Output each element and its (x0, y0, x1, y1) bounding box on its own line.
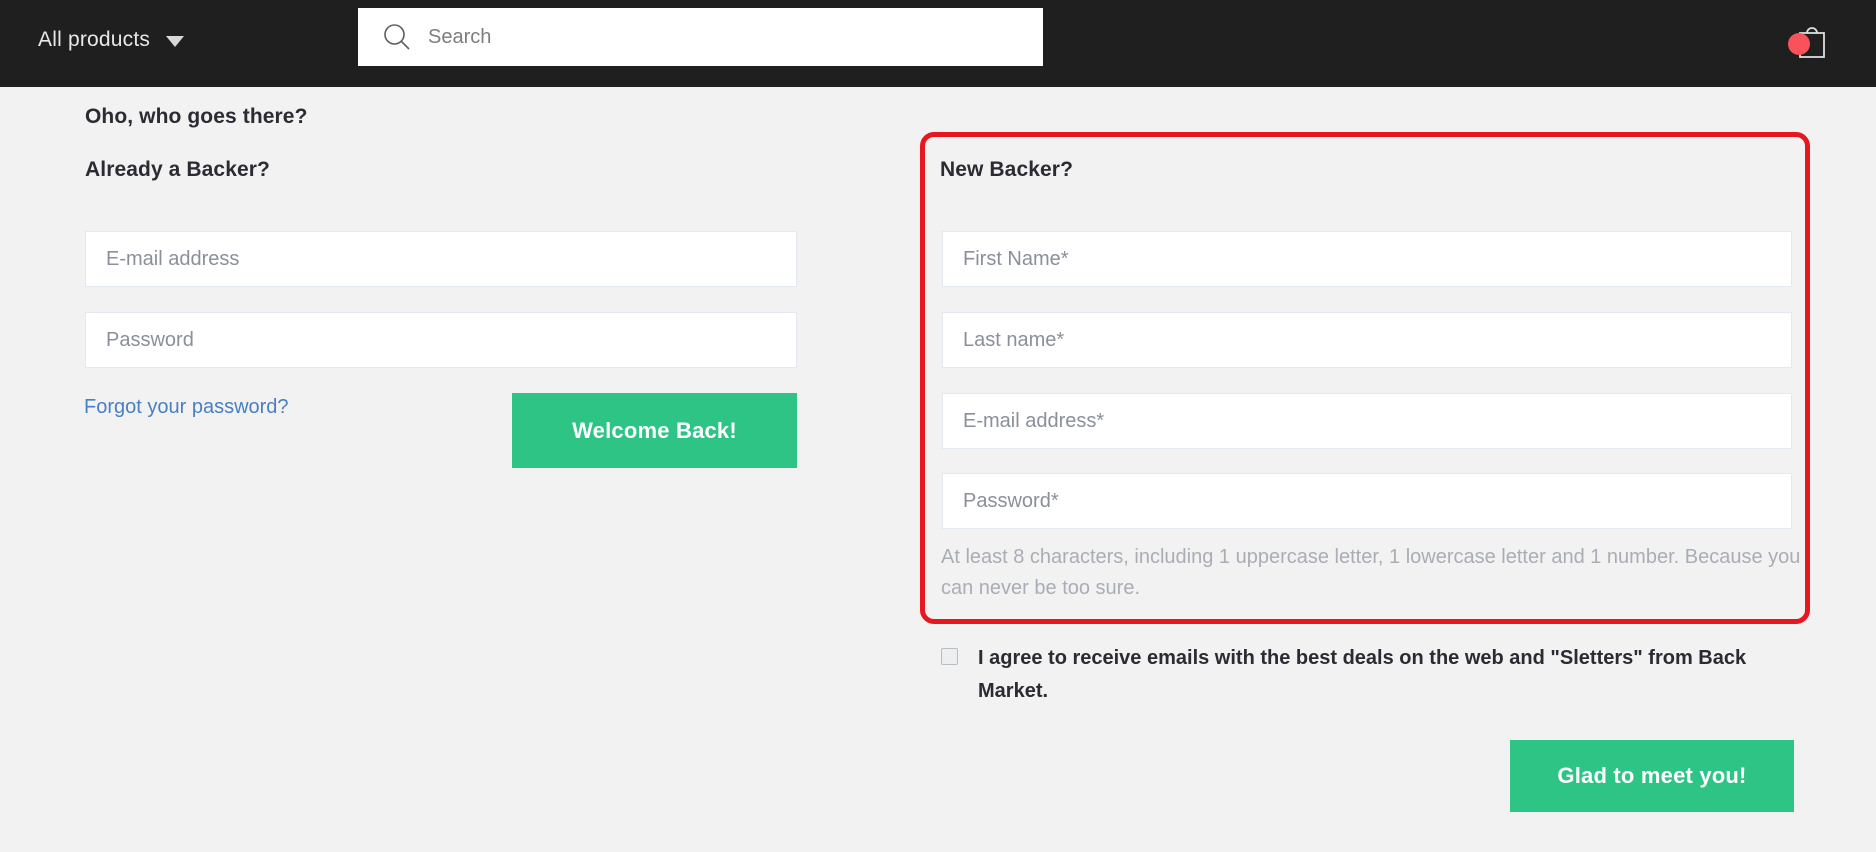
search-bar[interactable] (358, 8, 1043, 66)
site-header: All products (0, 0, 1876, 87)
all-products-label: All products (38, 28, 151, 51)
cart-button[interactable] (1788, 19, 1838, 65)
forgot-password-link[interactable]: Forgot your password? (84, 396, 289, 419)
all-products-menu[interactable]: All products (38, 28, 185, 52)
marketing-consent-checkbox[interactable] (941, 648, 958, 665)
search-input[interactable] (428, 17, 988, 57)
signup-password-input[interactable] (963, 486, 1771, 516)
login-section-title: Already a Backer? (85, 158, 270, 181)
signup-first-name-input[interactable] (963, 244, 1771, 274)
page-title: Oho, who goes there? (85, 105, 308, 128)
login-password-input[interactable] (106, 325, 776, 355)
marketing-consent-label: I agree to receive emails with the best … (978, 647, 1747, 702)
search-icon (384, 24, 410, 50)
login-email-input[interactable] (106, 244, 776, 274)
login-submit-button[interactable]: Welcome Back! (512, 393, 797, 468)
chevron-down-icon (166, 36, 185, 47)
signup-submit-button[interactable]: Glad to meet you! (1510, 740, 1794, 812)
signup-last-name-input[interactable] (963, 325, 1771, 355)
login-password-field[interactable] (85, 312, 797, 368)
marketing-consent-row[interactable]: I agree to receive emails with the best … (941, 642, 1781, 708)
signup-email-field[interactable] (942, 393, 1792, 449)
signup-first-name-field[interactable] (942, 231, 1792, 287)
password-requirements-text: At least 8 characters, including 1 upper… (941, 546, 1801, 599)
signup-section-title: New Backer? (940, 158, 1073, 181)
signup-last-name-field[interactable] (942, 312, 1792, 368)
cart-badge (1788, 33, 1810, 55)
signup-email-input[interactable] (963, 406, 1771, 436)
signup-password-field[interactable] (942, 473, 1792, 529)
login-email-field[interactable] (85, 231, 797, 287)
